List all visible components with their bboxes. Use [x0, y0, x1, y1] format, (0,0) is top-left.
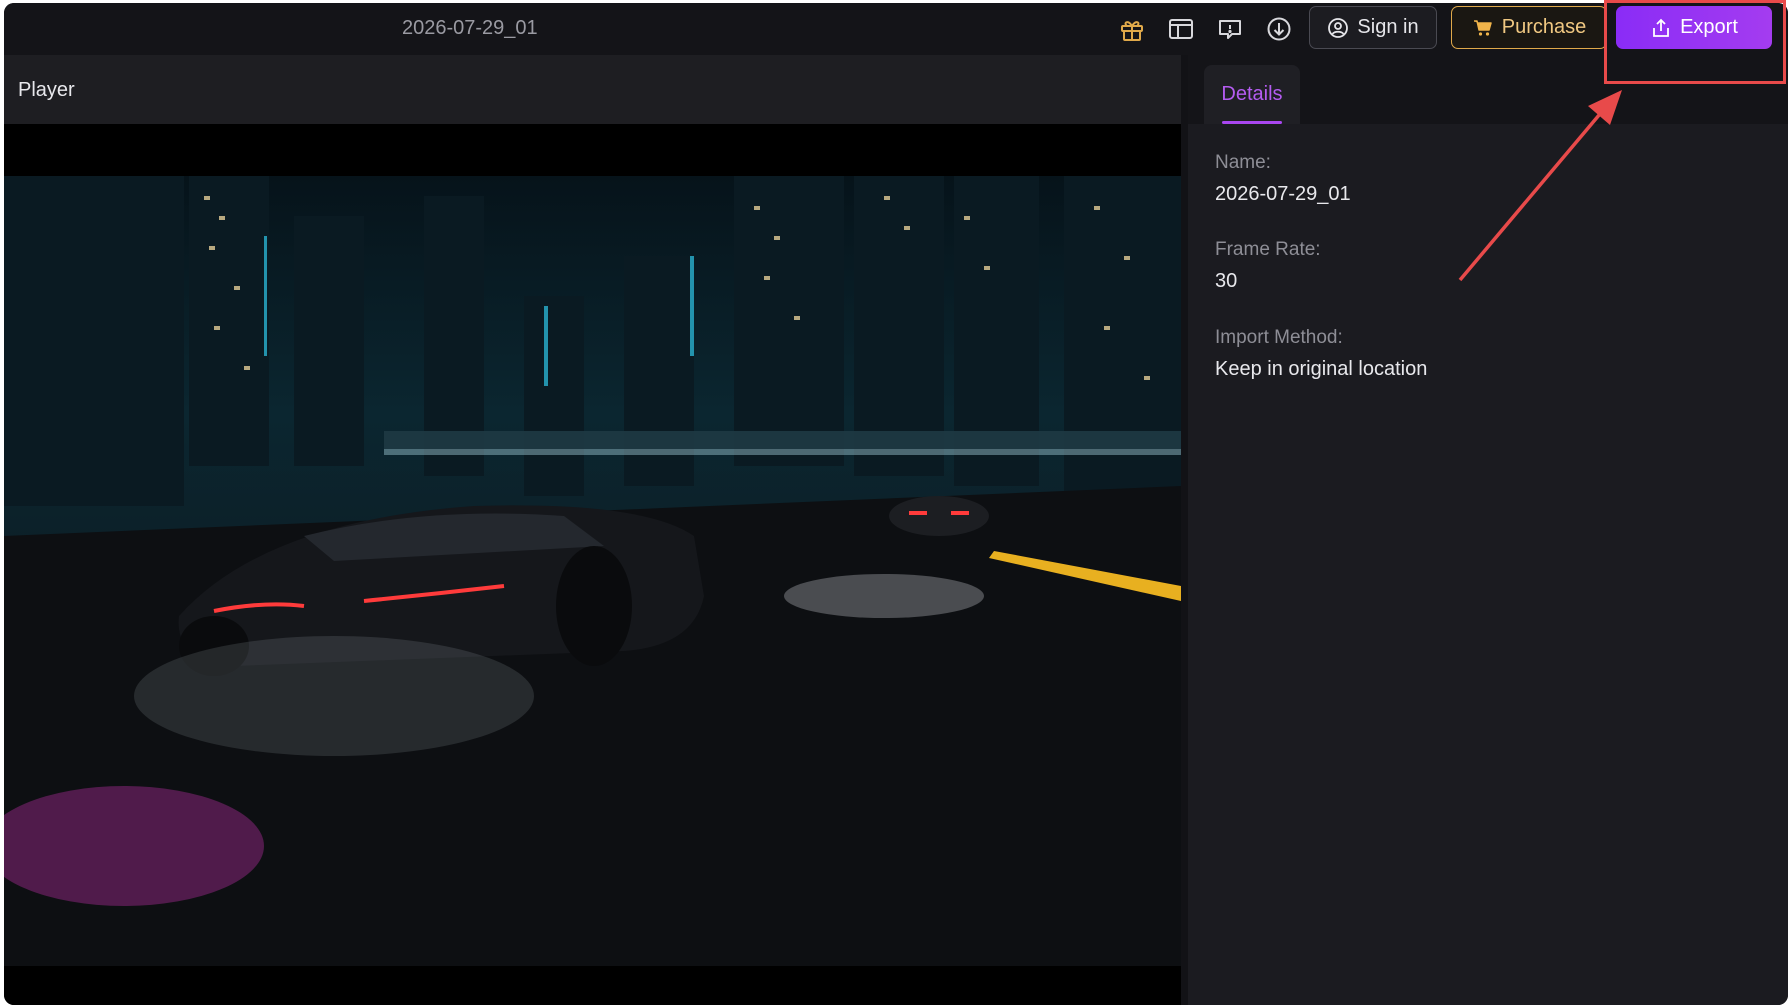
- name-label: Name:: [1215, 152, 1271, 173]
- top-bar: 2026-07-29_01 Sign in Purchase Export: [4, 3, 1788, 55]
- frame-rate-value: 30: [1215, 270, 1238, 292]
- purchase-button[interactable]: Purchase: [1451, 6, 1607, 49]
- player-label: Player: [18, 79, 75, 101]
- highlight-box: [1604, 0, 1786, 84]
- sign-in-button[interactable]: Sign in: [1309, 6, 1437, 49]
- annotation-arrow: [1458, 90, 1622, 282]
- tab-details-label: Details: [1221, 83, 1283, 105]
- cart-icon: [1473, 19, 1492, 36]
- import-method-value: Keep in original location: [1215, 358, 1428, 380]
- sign-in-label: Sign in: [1357, 16, 1419, 38]
- video-frame-image: [4, 176, 1181, 966]
- video-preview[interactable]: [4, 176, 1181, 966]
- frame-rate-label: Frame Rate:: [1215, 239, 1321, 260]
- player-panel: Player: [4, 55, 1181, 1005]
- download-icon[interactable]: [1263, 13, 1295, 45]
- gift-icon[interactable]: [1116, 13, 1148, 45]
- player-header: Player: [4, 55, 1181, 124]
- file-title: 2026-07-29_01: [402, 17, 538, 39]
- import-method-label: Import Method:: [1215, 327, 1343, 348]
- user-icon: [1328, 17, 1349, 38]
- layout-icon[interactable]: [1165, 13, 1197, 45]
- name-value: 2026-07-29_01: [1215, 183, 1351, 205]
- purchase-label: Purchase: [1501, 16, 1587, 38]
- feedback-icon[interactable]: [1214, 13, 1246, 45]
- tab-details[interactable]: Details: [1204, 65, 1300, 124]
- tab-active-indicator: [1222, 121, 1282, 124]
